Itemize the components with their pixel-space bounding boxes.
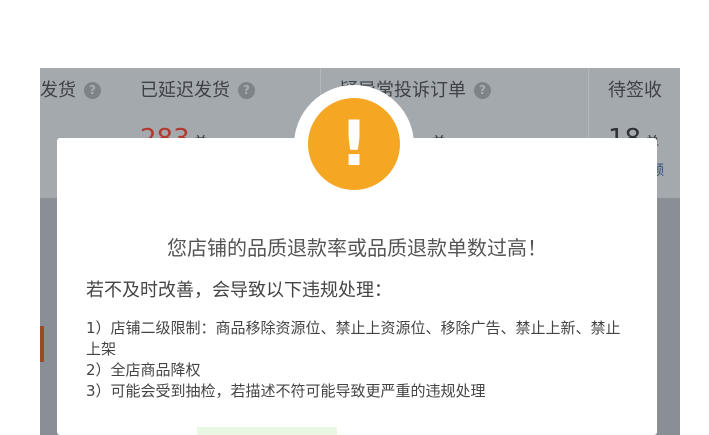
stat-label: 已延迟发货? — [140, 76, 255, 102]
stat-label: 待签收 — [608, 76, 662, 102]
penalty-item: 2）全店商品降权 — [86, 361, 201, 379]
stat-label-text: 已延迟发货 — [140, 80, 230, 101]
modal-subtitle: 若不及时改善，会导致以下违规处理： — [86, 280, 392, 301]
stat-label-text: 待签收 — [608, 80, 662, 101]
penalty-list: 1）店铺二级限制：商品移除资源位、禁止上资源位、移除广告、禁止上新、禁止上架 2… — [86, 318, 631, 402]
screen: 发货? 已延迟发货? 283单 疑导常投诉订单? 单 — [0, 0, 709, 435]
stat-label: 发货? — [40, 76, 101, 102]
help-icon[interactable]: ? — [84, 82, 101, 99]
help-icon[interactable]: ? — [474, 82, 491, 99]
row-accent — [40, 326, 44, 362]
confirm-button-edge[interactable] — [197, 427, 337, 435]
warning-icon: ! — [308, 98, 400, 190]
modal-title: 您店铺的品质退款率或品质退款单数过高！ — [167, 236, 547, 260]
penalty-item: 3）可能会受到抽检，若描述不符可能导致更严重的违规处理 — [86, 382, 486, 400]
help-icon[interactable]: ? — [238, 82, 255, 99]
stat-label-text: 发货 — [40, 80, 76, 101]
penalty-item: 1）店铺二级限制：商品移除资源位、禁止上资源位、移除广告、禁止上新、禁止上架 — [86, 319, 621, 358]
